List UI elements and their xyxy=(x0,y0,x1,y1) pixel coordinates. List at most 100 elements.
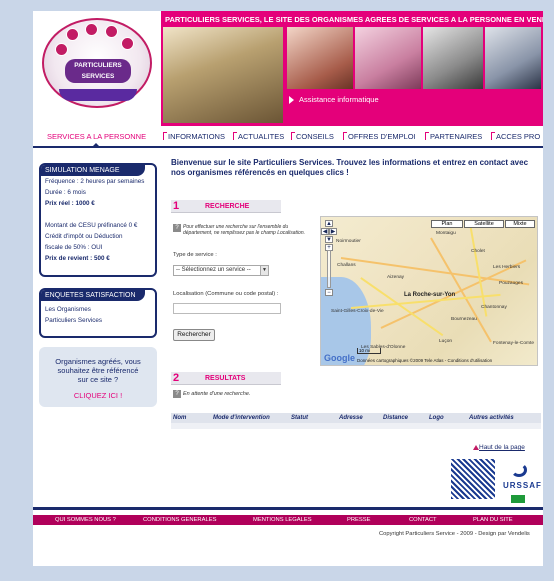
col-statut: Statut xyxy=(291,415,308,421)
footer-link-plan[interactable]: PLAN DU SITE xyxy=(473,515,513,525)
location-input[interactable] xyxy=(173,303,281,314)
pan-left-icon[interactable]: ◀ xyxy=(321,228,329,235)
table-row xyxy=(171,423,541,429)
help-icon: ? xyxy=(173,390,181,398)
results-waiting-text: En attente d'une recherche. xyxy=(183,391,251,397)
simulation-net-price: Prix de revient : 500 € xyxy=(45,255,110,262)
col-distance: Distance xyxy=(383,415,409,421)
main-nav: SERVICES A LA PERSONNE INFORMATIONS ACTU… xyxy=(33,126,543,148)
back-to-top-link[interactable]: Haut de la page xyxy=(479,444,525,451)
site-header: PARTICULIERS SERVICES PARTICULIERS SERVI… xyxy=(33,11,543,126)
footer-link-conditions[interactable]: CONDITIONS GENERALES xyxy=(143,515,216,525)
nav-item-conseils[interactable]: CONSEILS xyxy=(291,130,334,144)
simulation-fiscal: fiscale de 50% : OUI xyxy=(45,244,103,251)
promo-link[interactable]: CLIQUEZ ICI ! xyxy=(39,391,157,400)
nav-label: CONSEILS xyxy=(296,132,334,141)
footer-link-contact[interactable]: CONTACT xyxy=(409,515,437,525)
enquetes-box: ENQUETES SATISFACTION Les Organismes Par… xyxy=(39,288,157,338)
banner-photo-cleaning xyxy=(423,27,483,89)
chevron-down-icon: ▼ xyxy=(260,266,268,275)
simulation-duration: Durée : 6 mois xyxy=(45,189,86,196)
search-section-header: 1 RECHERCHE xyxy=(171,200,281,213)
logo-area[interactable]: PARTICULIERS SERVICES xyxy=(33,11,161,126)
map-road xyxy=(470,227,488,317)
promo-line2: souhaitez être référencé xyxy=(57,366,139,375)
map-city: Aizenay xyxy=(387,275,405,280)
simulation-frequency: Fréquence : 2 heures par semaines xyxy=(45,178,145,185)
zoom-slider[interactable] xyxy=(327,250,331,288)
map-city: Saint-Gilles-Croix-de-Vie xyxy=(331,309,384,314)
logo-text: PARTICULIERS SERVICES xyxy=(65,59,131,83)
iron-icon xyxy=(121,37,134,50)
copyright-text: Copyright Particuliers Service - 2009 - … xyxy=(379,531,530,537)
location-label: Localisation (Commune ou code postal) : xyxy=(173,291,279,297)
nav-tick-icon xyxy=(491,132,495,140)
simulation-credit: Crédit d'impôt ou Déduction xyxy=(45,233,123,240)
zoom-out-icon[interactable]: − xyxy=(325,289,333,296)
enquete-link-organismes[interactable]: Les Organismes xyxy=(41,304,155,315)
urssaf-green-mark xyxy=(511,495,525,503)
map-city: Luçon xyxy=(439,339,453,344)
nav-label: ACCES PRO xyxy=(496,132,541,141)
banner-photo-family xyxy=(163,27,283,123)
google-map[interactable]: Cholet Les Herbiers Chantonnay La Roche-… xyxy=(320,216,538,366)
nav-tick-icon xyxy=(343,132,347,140)
welcome-text: Bienvenue sur le site Particuliers Servi… xyxy=(171,158,529,177)
map-type-satellite-button[interactable]: Satellite xyxy=(464,220,504,228)
nav-item-acces-pro[interactable]: ACCES PRO xyxy=(491,130,540,144)
nav-item-services[interactable]: SERVICES A LA PERSONNE xyxy=(47,130,146,144)
pan-down-icon[interactable]: ▼ xyxy=(325,236,333,243)
simulation-cesu: Montant de CESU préfinancé 0 € xyxy=(45,222,138,229)
service-select[interactable]: -- Sélectionnez un service -- ▼ xyxy=(173,265,269,276)
child-icon xyxy=(55,43,68,56)
nav-item-actualites[interactable]: ACTUALITES xyxy=(233,130,284,144)
map-type-plan-button[interactable]: Plan xyxy=(431,220,463,228)
map-city: Chantonnay xyxy=(481,305,507,310)
map-city: Noirmoutier xyxy=(336,239,361,244)
page-container: PARTICULIERS SERVICES PARTICULIERS SERVI… xyxy=(33,11,543,566)
urssaf-logo[interactable]: URSSAF xyxy=(451,459,541,507)
help-icon: ? xyxy=(173,224,181,232)
footer-divider xyxy=(33,507,543,510)
search-help-text: Pour effectuer une recherche sur l'ensem… xyxy=(183,224,305,236)
enquete-link-particuliers[interactable]: Particuliers Services xyxy=(41,315,155,326)
nav-item-offres-emploi[interactable]: OFFRES D'EMPLOI xyxy=(343,130,416,144)
simulation-box: SIMULATION MENAGE Fréquence : 2 heures p… xyxy=(39,163,157,277)
urssaf-swirl-icon xyxy=(511,463,527,477)
col-logo: Logo xyxy=(429,415,444,421)
search-section-title: RECHERCHE xyxy=(205,203,250,210)
map-city: Challans xyxy=(337,263,356,268)
footer-link-mentions[interactable]: MENTIONS LEGALES xyxy=(253,515,312,525)
promo-line1: Organismes agréés, vous xyxy=(55,357,141,366)
cart-icon xyxy=(66,28,79,41)
site-slogan: PARTICULIERS SERVICES, LE SITE DES ORGAN… xyxy=(165,15,543,24)
nav-label: ACTUALITES xyxy=(238,132,285,141)
nav-tick-icon xyxy=(233,132,237,140)
pan-right-icon[interactable]: ▶ xyxy=(329,228,337,235)
col-adresse: Adresse xyxy=(339,415,363,421)
results-section-header: 2 RESULTATS xyxy=(171,372,281,385)
footer-nav: QUI SOMMES NOUS ? CONDITIONS GENERALES M… xyxy=(33,515,543,525)
col-nom: Nom xyxy=(173,415,187,421)
map-type-mixte-button[interactable]: Mixte xyxy=(505,220,535,228)
banner-photo-elderly xyxy=(355,27,421,89)
map-city: Pouzauges xyxy=(499,281,524,286)
simulation-real-price: Prix réel : 1000 € xyxy=(45,200,95,207)
house-icon xyxy=(85,23,98,36)
google-logo: Google xyxy=(324,353,355,363)
nav-item-informations[interactable]: INFORMATIONS xyxy=(163,130,225,144)
search-button[interactable]: Rechercher xyxy=(173,329,215,341)
pan-up-icon[interactable]: ▲ xyxy=(325,220,333,227)
logo-text-line1: PARTICULIERS xyxy=(74,62,122,69)
map-city: Fontenay-le-Comte xyxy=(493,341,535,346)
nav-tick-icon xyxy=(425,132,429,140)
results-table: Nom Mode d'intervention Statut Adresse D… xyxy=(171,413,541,433)
footer-link-presse[interactable]: PRESSE xyxy=(347,515,371,525)
results-section-number: 2 xyxy=(173,372,180,384)
nav-item-partenaires[interactable]: PARTENAIRES xyxy=(425,130,482,144)
footer-link-about[interactable]: QUI SOMMES NOUS ? xyxy=(55,515,116,525)
urssaf-emblem xyxy=(451,459,495,499)
map-copyright: Données cartographiques ©2009 Tele Atlas… xyxy=(357,358,493,363)
search-help-line2: département, ne remplissez pas le champ … xyxy=(183,230,306,236)
nav-tick-icon xyxy=(163,132,167,140)
